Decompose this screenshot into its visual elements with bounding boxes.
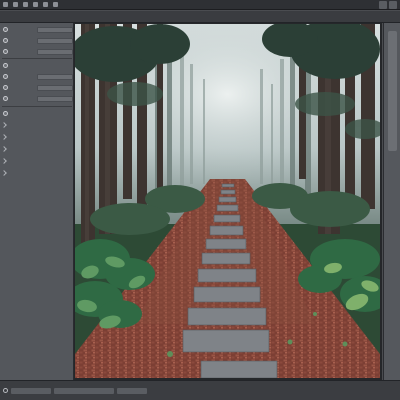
panel-row-8[interactable] (0, 109, 74, 118)
radio-icon[interactable] (3, 38, 8, 43)
panel-row-6[interactable] (0, 83, 74, 92)
panel-row-5[interactable] (0, 72, 74, 81)
scrollbar-thumb[interactable] (388, 31, 397, 151)
panel-row-7[interactable] (0, 94, 74, 103)
divider (2, 106, 72, 107)
zoom-field[interactable] (11, 387, 51, 394)
status-info-2 (117, 387, 147, 394)
radio-icon[interactable] (3, 74, 8, 79)
tools-icon (43, 2, 48, 7)
vertical-scrollbar[interactable] (383, 23, 400, 380)
chevron-right-icon[interactable] (1, 134, 7, 140)
left-settings-panel (0, 23, 74, 380)
window-controls (377, 1, 397, 9)
menu-app[interactable] (3, 1, 9, 9)
row-field[interactable] (37, 95, 73, 102)
row-field[interactable] (37, 26, 73, 33)
menu-window[interactable] (53, 1, 59, 9)
menu-bar (0, 0, 400, 10)
menu-edit[interactable] (23, 1, 29, 9)
chevron-right-icon[interactable] (1, 122, 7, 128)
edit-icon (23, 2, 28, 7)
status-bar (0, 380, 400, 400)
radio-icon[interactable] (3, 96, 8, 101)
radio-icon[interactable] (3, 111, 8, 116)
view-icon (33, 2, 38, 7)
row-field[interactable] (37, 73, 73, 80)
row-field[interactable] (37, 84, 73, 91)
divider (2, 58, 72, 59)
panel-row-3[interactable] (0, 47, 74, 56)
zoom-icon[interactable] (3, 388, 8, 393)
window-icon (53, 2, 58, 7)
panel-row-4[interactable] (0, 61, 74, 70)
maximize-button[interactable] (389, 1, 397, 9)
radio-icon[interactable] (3, 85, 8, 90)
menu-file[interactable] (13, 1, 19, 9)
panel-row-2[interactable] (0, 36, 74, 45)
menu-tools[interactable] (43, 1, 49, 9)
radio-icon[interactable] (3, 63, 8, 68)
menu-view[interactable] (33, 1, 39, 9)
chevron-right-icon[interactable] (1, 158, 7, 164)
forest-path-photo (75, 24, 380, 378)
options-toolbar (0, 11, 400, 23)
minimize-button[interactable] (379, 1, 387, 9)
file-icon (13, 2, 18, 7)
radio-icon[interactable] (3, 27, 8, 32)
panel-row-1[interactable] (0, 25, 74, 34)
app-icon (3, 2, 8, 7)
image-canvas[interactable] (74, 23, 382, 380)
radio-icon[interactable] (3, 49, 8, 54)
chevron-right-icon[interactable] (1, 146, 7, 152)
chevron-right-icon[interactable] (1, 170, 7, 176)
row-field[interactable] (37, 48, 73, 55)
row-field[interactable] (37, 37, 73, 44)
forest-path-image (75, 24, 380, 378)
status-info (54, 387, 114, 394)
